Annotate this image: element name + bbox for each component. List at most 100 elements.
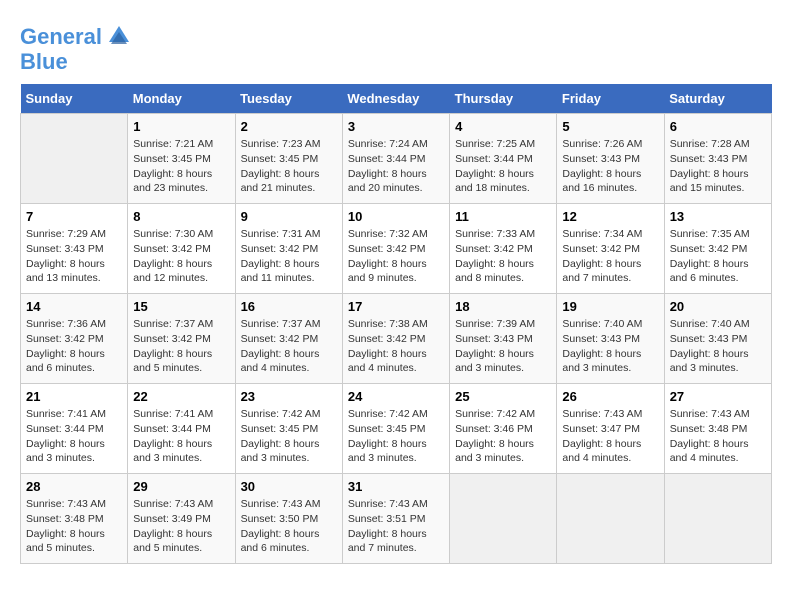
weekday-header-sunday: Sunday (21, 84, 128, 114)
day-number: 23 (241, 389, 337, 404)
day-number: 10 (348, 209, 444, 224)
weekday-header-saturday: Saturday (664, 84, 771, 114)
day-info: Sunrise: 7:23 AM Sunset: 3:45 PM Dayligh… (241, 137, 337, 196)
day-info: Sunrise: 7:43 AM Sunset: 3:48 PM Dayligh… (670, 407, 766, 466)
day-number: 6 (670, 119, 766, 134)
calendar-cell: 13 Sunrise: 7:35 AM Sunset: 3:42 PM Dayli… (664, 204, 771, 294)
calendar-cell: 5 Sunrise: 7:26 AM Sunset: 3:43 PM Daylig… (557, 114, 664, 204)
calendar-cell: 15 Sunrise: 7:37 AM Sunset: 3:42 PM Dayli… (128, 294, 235, 384)
calendar-cell: 19 Sunrise: 7:40 AM Sunset: 3:43 PM Dayli… (557, 294, 664, 384)
day-number: 1 (133, 119, 229, 134)
calendar-cell: 24 Sunrise: 7:42 AM Sunset: 3:45 PM Dayli… (342, 384, 449, 474)
day-info: Sunrise: 7:42 AM Sunset: 3:46 PM Dayligh… (455, 407, 551, 466)
calendar-cell: 11 Sunrise: 7:33 AM Sunset: 3:42 PM Dayli… (450, 204, 557, 294)
header: General Blue (20, 20, 772, 74)
day-number: 5 (562, 119, 658, 134)
calendar-cell: 16 Sunrise: 7:37 AM Sunset: 3:42 PM Dayli… (235, 294, 342, 384)
day-number: 20 (670, 299, 766, 314)
calendar-cell: 22 Sunrise: 7:41 AM Sunset: 3:44 PM Dayli… (128, 384, 235, 474)
calendar-cell: 26 Sunrise: 7:43 AM Sunset: 3:47 PM Dayli… (557, 384, 664, 474)
day-info: Sunrise: 7:40 AM Sunset: 3:43 PM Dayligh… (562, 317, 658, 376)
day-number: 15 (133, 299, 229, 314)
day-info: Sunrise: 7:31 AM Sunset: 3:42 PM Dayligh… (241, 227, 337, 286)
calendar-table: SundayMondayTuesdayWednesdayThursdayFrid… (20, 84, 772, 564)
day-number: 14 (26, 299, 122, 314)
day-number: 30 (241, 479, 337, 494)
day-info: Sunrise: 7:25 AM Sunset: 3:44 PM Dayligh… (455, 137, 551, 196)
day-number: 24 (348, 389, 444, 404)
day-info: Sunrise: 7:30 AM Sunset: 3:42 PM Dayligh… (133, 227, 229, 286)
day-number: 11 (455, 209, 551, 224)
day-info: Sunrise: 7:21 AM Sunset: 3:45 PM Dayligh… (133, 137, 229, 196)
day-info: Sunrise: 7:42 AM Sunset: 3:45 PM Dayligh… (241, 407, 337, 466)
day-info: Sunrise: 7:43 AM Sunset: 3:47 PM Dayligh… (562, 407, 658, 466)
calendar-cell: 23 Sunrise: 7:42 AM Sunset: 3:45 PM Dayli… (235, 384, 342, 474)
day-number: 26 (562, 389, 658, 404)
weekday-header-tuesday: Tuesday (235, 84, 342, 114)
day-info: Sunrise: 7:33 AM Sunset: 3:42 PM Dayligh… (455, 227, 551, 286)
weekday-header-monday: Monday (128, 84, 235, 114)
day-info: Sunrise: 7:39 AM Sunset: 3:43 PM Dayligh… (455, 317, 551, 376)
weekday-header-friday: Friday (557, 84, 664, 114)
day-number: 17 (348, 299, 444, 314)
day-info: Sunrise: 7:26 AM Sunset: 3:43 PM Dayligh… (562, 137, 658, 196)
day-number: 27 (670, 389, 766, 404)
day-info: Sunrise: 7:43 AM Sunset: 3:51 PM Dayligh… (348, 497, 444, 556)
calendar-cell: 18 Sunrise: 7:39 AM Sunset: 3:43 PM Dayli… (450, 294, 557, 384)
calendar-cell: 20 Sunrise: 7:40 AM Sunset: 3:43 PM Dayli… (664, 294, 771, 384)
calendar-cell: 10 Sunrise: 7:32 AM Sunset: 3:42 PM Dayli… (342, 204, 449, 294)
weekday-header-wednesday: Wednesday (342, 84, 449, 114)
calendar-cell: 31 Sunrise: 7:43 AM Sunset: 3:51 PM Dayli… (342, 474, 449, 564)
day-number: 19 (562, 299, 658, 314)
day-number: 3 (348, 119, 444, 134)
day-number: 8 (133, 209, 229, 224)
logo-blue: Blue (20, 50, 133, 74)
day-number: 4 (455, 119, 551, 134)
week-row-3: 21Sunrise: 7:41 AM Sunset: 3:44 PM Dayli… (21, 384, 772, 474)
calendar-cell: 17Sunrise: 7:38 AM Sunset: 3:42 PM Dayli… (342, 294, 449, 384)
day-info: Sunrise: 7:36 AM Sunset: 3:42 PM Dayligh… (26, 317, 122, 376)
day-number: 31 (348, 479, 444, 494)
day-info: Sunrise: 7:40 AM Sunset: 3:43 PM Dayligh… (670, 317, 766, 376)
day-number: 9 (241, 209, 337, 224)
calendar-cell: 25 Sunrise: 7:42 AM Sunset: 3:46 PM Dayli… (450, 384, 557, 474)
day-info: Sunrise: 7:41 AM Sunset: 3:44 PM Dayligh… (133, 407, 229, 466)
logo-text: General (20, 25, 133, 50)
calendar-cell: 14 Sunrise: 7:36 AM Sunset: 3:42 PM Dayli… (21, 294, 128, 384)
day-info: Sunrise: 7:37 AM Sunset: 3:42 PM Dayligh… (241, 317, 337, 376)
calendar-cell: 27 Sunrise: 7:43 AM Sunset: 3:48 PM Dayli… (664, 384, 771, 474)
day-number: 13 (670, 209, 766, 224)
calendar-cell: 28 Sunrise: 7:43 AM Sunset: 3:48 PM Dayli… (21, 474, 128, 564)
day-info: Sunrise: 7:42 AM Sunset: 3:45 PM Dayligh… (348, 407, 444, 466)
day-info: Sunrise: 7:41 AM Sunset: 3:44 PM Dayligh… (26, 407, 122, 466)
day-number: 25 (455, 389, 551, 404)
calendar-cell: 7 Sunrise: 7:29 AM Sunset: 3:43 PM Daylig… (21, 204, 128, 294)
day-info: Sunrise: 7:35 AM Sunset: 3:42 PM Dayligh… (670, 227, 766, 286)
day-info: Sunrise: 7:32 AM Sunset: 3:42 PM Dayligh… (348, 227, 444, 286)
day-number: 28 (26, 479, 122, 494)
day-number: 2 (241, 119, 337, 134)
calendar-cell (21, 114, 128, 204)
day-info: Sunrise: 7:43 AM Sunset: 3:50 PM Dayligh… (241, 497, 337, 556)
day-info: Sunrise: 7:29 AM Sunset: 3:43 PM Dayligh… (26, 227, 122, 286)
weekday-header-row: SundayMondayTuesdayWednesdayThursdayFrid… (21, 84, 772, 114)
calendar-cell (557, 474, 664, 564)
day-number: 22 (133, 389, 229, 404)
day-number: 18 (455, 299, 551, 314)
week-row-0: 1 Sunrise: 7:21 AM Sunset: 3:45 PM Daylig… (21, 114, 772, 204)
day-number: 7 (26, 209, 122, 224)
day-info: Sunrise: 7:43 AM Sunset: 3:48 PM Dayligh… (26, 497, 122, 556)
week-row-1: 7 Sunrise: 7:29 AM Sunset: 3:43 PM Daylig… (21, 204, 772, 294)
calendar-cell: 8 Sunrise: 7:30 AM Sunset: 3:42 PM Daylig… (128, 204, 235, 294)
calendar-cell: 4 Sunrise: 7:25 AM Sunset: 3:44 PM Daylig… (450, 114, 557, 204)
calendar-cell: 29Sunrise: 7:43 AM Sunset: 3:49 PM Dayli… (128, 474, 235, 564)
day-info: Sunrise: 7:37 AM Sunset: 3:42 PM Dayligh… (133, 317, 229, 376)
day-number: 29 (133, 479, 229, 494)
logo: General Blue (20, 25, 133, 74)
day-number: 16 (241, 299, 337, 314)
day-info: Sunrise: 7:28 AM Sunset: 3:43 PM Dayligh… (670, 137, 766, 196)
calendar-cell (664, 474, 771, 564)
week-row-4: 28 Sunrise: 7:43 AM Sunset: 3:48 PM Dayli… (21, 474, 772, 564)
calendar-cell: 2 Sunrise: 7:23 AM Sunset: 3:45 PM Daylig… (235, 114, 342, 204)
day-number: 12 (562, 209, 658, 224)
